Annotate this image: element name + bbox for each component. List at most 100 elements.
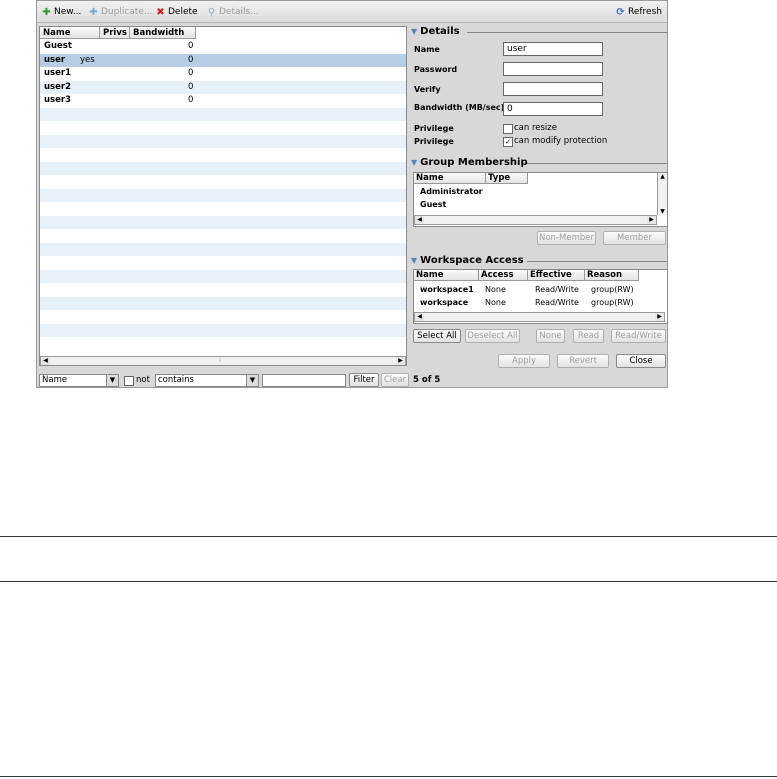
column-header-name[interactable]: Name — [414, 270, 479, 281]
users-table: Name Privs Bandwidth Guest 0 user yes 0 user1… — [39, 26, 407, 366]
table-row[interactable] — [40, 242, 406, 256]
table-row[interactable] — [40, 229, 406, 242]
cell-name: Guest — [420, 200, 447, 209]
cell-access: None — [485, 285, 506, 294]
cell-name: user3 — [44, 95, 71, 105]
bandwidth-field[interactable]: 0 — [503, 102, 603, 116]
cell-name: Guest — [44, 41, 72, 51]
table-row[interactable]: workspace1 None Read/Write group(RW) — [414, 284, 665, 296]
section-divider — [527, 163, 667, 164]
scroll-grip-icon: ⁞ — [219, 357, 221, 364]
cell-reason: group(RW) — [591, 298, 634, 307]
table-row[interactable] — [40, 148, 406, 161]
column-header-reason[interactable]: Reason — [585, 270, 639, 281]
table-row[interactable] — [40, 269, 406, 283]
refresh-icon: ⟳ — [616, 6, 625, 18]
revert-button[interactable]: Revert — [557, 354, 609, 368]
table-row[interactable]: workspace None Read/Write group(RW) — [414, 297, 665, 309]
group-horizontal-scrollbar[interactable]: ◀ ▶ — [414, 215, 657, 225]
horizontal-rule — [0, 581, 777, 582]
workspace-horizontal-scrollbar[interactable]: ◀ ▶ — [414, 312, 665, 322]
table-row[interactable]: Guest 0 — [40, 40, 406, 53]
scroll-up-icon[interactable]: ▲ — [658, 173, 667, 180]
scroll-right-icon[interactable]: ▶ — [655, 313, 664, 321]
new-button[interactable]: ✚ New... — [41, 5, 81, 19]
column-header-access[interactable]: Access — [479, 270, 528, 281]
filter-button[interactable]: Filter — [349, 373, 379, 387]
chevron-down-icon: ▼ — [106, 375, 118, 386]
table-row[interactable] — [40, 323, 406, 337]
column-header-type[interactable]: Type — [486, 173, 528, 184]
section-divider — [467, 32, 667, 33]
scroll-left-icon[interactable]: ◀ — [415, 216, 424, 224]
cell-bandwidth: 0 — [188, 95, 194, 105]
scroll-left-icon[interactable]: ◀ — [415, 313, 424, 321]
group-vertical-scrollbar[interactable]: ▲ ▼ — [657, 173, 667, 215]
cell-name: workspace1 — [420, 285, 474, 294]
details-button[interactable]: ⚲ Details... — [206, 5, 259, 19]
column-header-name[interactable]: Name — [414, 173, 486, 184]
delete-button[interactable]: ✖ Delete — [155, 5, 197, 19]
scroll-right-icon[interactable]: ▶ — [396, 357, 405, 365]
select-all-button[interactable]: Select All — [413, 329, 461, 343]
table-row[interactable] — [40, 134, 406, 148]
table-row[interactable] — [40, 310, 406, 323]
column-header-bandwidth[interactable]: Bandwidth — [130, 27, 196, 39]
scroll-down-icon[interactable]: ▼ — [658, 208, 667, 215]
can-resize-label: can resize — [514, 123, 557, 133]
close-button[interactable]: Close — [616, 354, 666, 368]
table-row[interactable] — [40, 256, 406, 269]
password-field[interactable] — [503, 62, 603, 76]
table-row[interactable]: user3 0 — [40, 94, 406, 107]
filter-value-input[interactable] — [262, 374, 346, 387]
list-item[interactable]: Administrator — [414, 186, 657, 198]
name-field[interactable]: user — [503, 42, 603, 56]
group-membership-section-header[interactable]: ▼ Group Membership — [411, 156, 667, 170]
list-item[interactable]: Guest — [414, 199, 657, 211]
table-row[interactable] — [40, 121, 406, 134]
column-header-name[interactable]: Name — [40, 27, 100, 39]
column-header-privs[interactable]: Privs — [100, 27, 130, 39]
table-row[interactable] — [40, 283, 406, 296]
clear-button[interactable]: Clear — [381, 373, 409, 387]
filter-field-select[interactable]: Name ▼ — [39, 374, 119, 387]
non-member-button[interactable]: Non-Member — [537, 231, 596, 245]
details-section-header[interactable]: ▼ Details — [411, 25, 667, 39]
can-resize-checkbox[interactable] — [503, 124, 513, 134]
can-modify-protection-checkbox[interactable]: ✓ — [503, 137, 513, 147]
table-row[interactable] — [40, 175, 406, 188]
horizontal-rule — [0, 536, 777, 537]
table-row[interactable] — [40, 215, 406, 229]
scroll-right-icon[interactable]: ▶ — [647, 216, 656, 224]
table-row[interactable]: user yes 0 — [40, 53, 406, 67]
table-row[interactable]: user2 0 — [40, 80, 406, 94]
table-row[interactable] — [40, 202, 406, 215]
scroll-left-icon[interactable]: ◀ — [41, 357, 50, 365]
deselect-all-button[interactable]: Deselect All — [465, 329, 520, 343]
duplicate-icon: ✚ — [89, 6, 98, 18]
table-row[interactable] — [40, 107, 406, 121]
table-row[interactable] — [40, 161, 406, 175]
workspace-access-section-header[interactable]: ▼ Workspace Access — [411, 254, 667, 268]
table-row[interactable] — [40, 296, 406, 310]
read-button[interactable]: Read — [573, 329, 604, 343]
users-horizontal-scrollbar[interactable]: ◀ ⁞ ▶ — [40, 356, 406, 365]
section-divider — [527, 261, 667, 262]
filter-operator-select[interactable]: contains ▼ — [155, 374, 259, 387]
refresh-button[interactable]: ⟳ Refresh — [615, 5, 662, 19]
bandwidth-label: Bandwidth (MB/sec) — [414, 103, 505, 112]
column-header-effective[interactable]: Effective — [528, 270, 585, 281]
not-checkbox[interactable] — [124, 376, 134, 386]
table-row[interactable]: user1 0 — [40, 67, 406, 80]
read-write-button[interactable]: Read/Write — [611, 329, 666, 343]
collapse-triangle-icon: ▼ — [411, 158, 418, 167]
verify-field[interactable] — [503, 82, 603, 96]
member-button[interactable]: Member — [603, 231, 666, 245]
duplicate-button[interactable]: ✚ Duplicate... — [88, 5, 152, 19]
table-row[interactable] — [40, 337, 406, 350]
none-button[interactable]: None — [536, 329, 565, 343]
table-row[interactable] — [40, 188, 406, 202]
can-modify-protection-label: can modify protection — [514, 136, 608, 146]
apply-button[interactable]: Apply — [498, 354, 550, 368]
cell-name: user2 — [44, 81, 71, 92]
